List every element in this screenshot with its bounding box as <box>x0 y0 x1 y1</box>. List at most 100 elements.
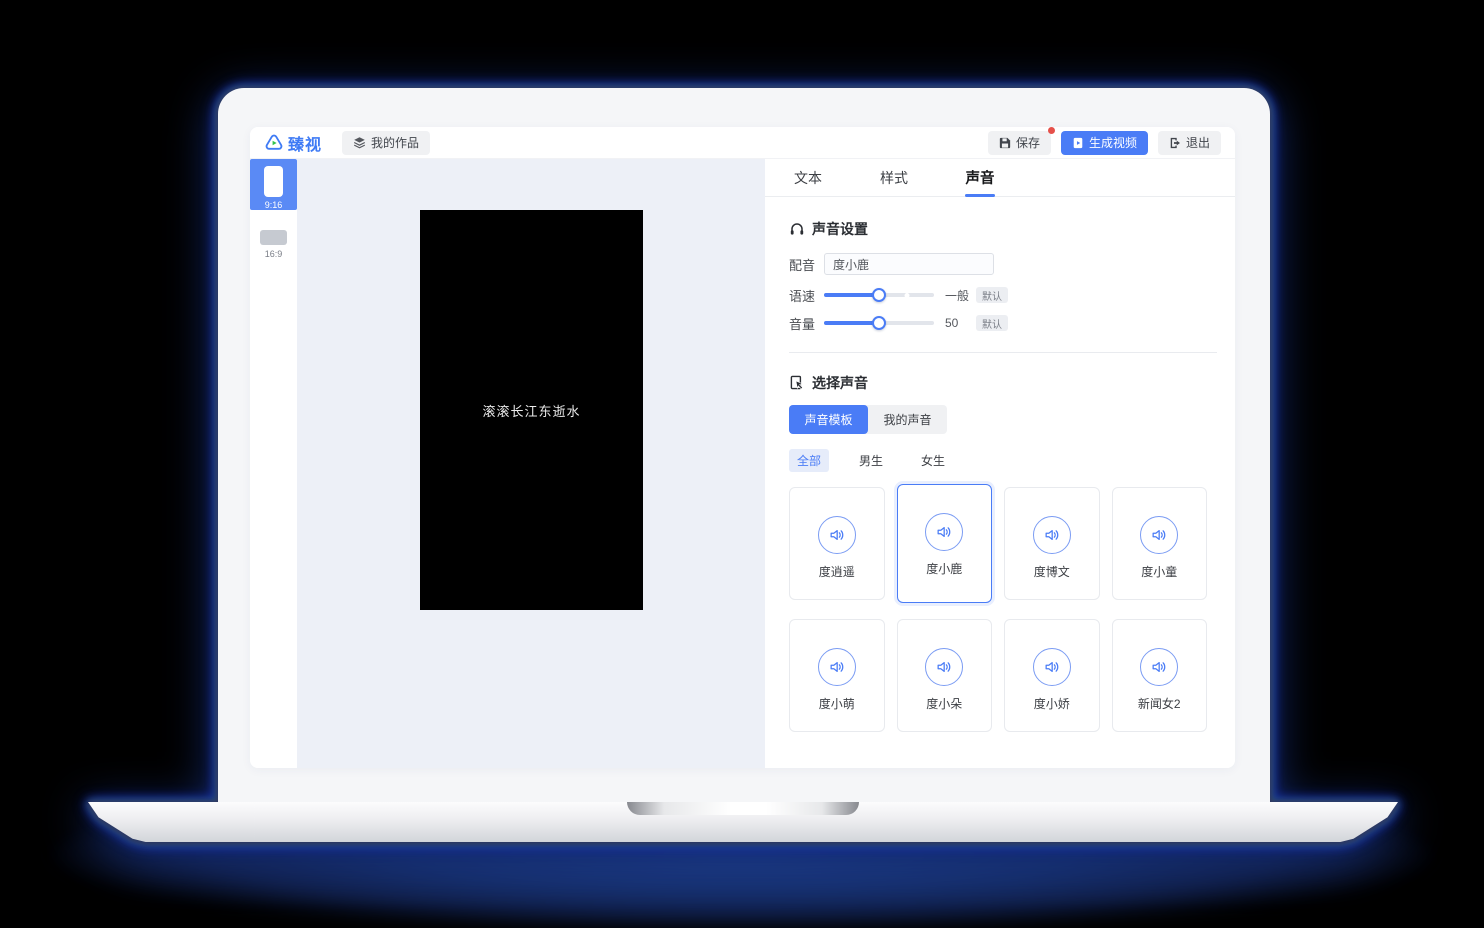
speaker-icon <box>1043 526 1061 544</box>
voice-card-selected[interactable]: 度小鹿 <box>897 484 993 603</box>
voice-name: 度小童 <box>1141 563 1177 580</box>
panel-content: 声音设置 配音 语速 <box>765 219 1235 732</box>
speaker-circle <box>925 513 963 551</box>
ratio-item-16-9[interactable]: 16:9 <box>250 230 297 259</box>
tab-sound[interactable]: 声音 <box>937 159 1023 196</box>
volume-slider-fill <box>824 321 879 325</box>
speaker-icon <box>935 523 953 541</box>
video-file-icon <box>1072 137 1084 149</box>
volume-slider-row: 音量 50 默认 <box>789 315 1217 331</box>
headphones-icon <box>789 221 805 237</box>
voice-name: 度逍遥 <box>819 563 855 580</box>
save-icon <box>999 137 1011 149</box>
generate-video-label: 生成视频 <box>1089 134 1137 151</box>
ratio-label: 16:9 <box>265 249 283 259</box>
speaker-circle <box>818 648 856 686</box>
choose-voice-title: 选择声音 <box>812 373 868 393</box>
sound-settings-header: 声音设置 <box>789 219 1217 239</box>
voice-card[interactable]: 度博文 <box>1004 487 1100 600</box>
speaker-circle <box>818 516 856 554</box>
speed-slider-fill <box>824 293 879 297</box>
ratio-item-9-16[interactable]: 9:16 <box>250 159 297 210</box>
layers-icon <box>353 136 366 149</box>
my-works-button[interactable]: 我的作品 <box>342 131 430 155</box>
save-notification-dot <box>1048 127 1055 134</box>
speed-slider[interactable] <box>824 293 934 297</box>
speaker-icon <box>1150 526 1168 544</box>
voice-grid: 度逍遥 度小鹿 <box>789 487 1207 732</box>
speaker-icon <box>828 658 846 676</box>
speed-default-button[interactable]: 默认 <box>976 287 1008 303</box>
stage: 臻视 我的作品 <box>0 0 1484 928</box>
exit-button[interactable]: 退出 <box>1158 131 1221 155</box>
voice-card[interactable]: 度逍遥 <box>789 487 885 600</box>
speaker-circle <box>1140 516 1178 554</box>
app-window: 臻视 我的作品 <box>250 127 1235 768</box>
voice-card[interactable]: 度小童 <box>1112 487 1208 600</box>
voice-source-segments: 声音模板 我的声音 <box>789 405 947 434</box>
laptop-mockup: 臻视 我的作品 <box>88 88 1398 846</box>
choose-voice-header: 选择声音 <box>789 373 1217 393</box>
section-divider <box>789 352 1217 353</box>
save-label: 保存 <box>1016 134 1040 151</box>
voice-label: 配音 <box>789 255 816 274</box>
voice-input[interactable] <box>824 253 994 275</box>
tab-text[interactable]: 文本 <box>765 159 851 196</box>
voice-card[interactable]: 度小娇 <box>1004 619 1100 732</box>
voice-name: 度小朵 <box>926 695 962 712</box>
logo-text: 臻视 <box>288 131 322 155</box>
select-page-icon <box>789 375 805 391</box>
voice-name: 度小萌 <box>819 695 855 712</box>
ratio-label: 9:16 <box>265 200 283 210</box>
volume-value: 50 <box>945 316 972 330</box>
speaker-icon <box>1150 658 1168 676</box>
preview-caption: 滚滚长江东逝水 <box>482 401 580 420</box>
segment-voice-templates[interactable]: 声音模板 <box>789 405 868 434</box>
logout-icon <box>1169 137 1181 149</box>
speed-slider-handle[interactable] <box>872 288 886 302</box>
aspect-ratio-rail: 9:16 16:9 <box>250 159 297 768</box>
speaker-circle <box>1140 648 1178 686</box>
speed-value: 一般 <box>945 287 972 304</box>
volume-slider[interactable] <box>824 321 934 325</box>
speaker-circle <box>1033 648 1071 686</box>
laptop-base <box>88 802 1398 842</box>
save-button[interactable]: 保存 <box>988 131 1051 155</box>
voice-card[interactable]: 度小朵 <box>897 619 993 732</box>
volume-slider-handle[interactable] <box>872 316 886 330</box>
generate-video-button[interactable]: 生成视频 <box>1061 131 1148 155</box>
laptop-screen: 臻视 我的作品 <box>218 88 1270 804</box>
speed-default-marker <box>904 293 909 298</box>
filter-female[interactable]: 女生 <box>913 449 953 472</box>
video-preview[interactable]: 滚滚长江东逝水 <box>420 210 643 610</box>
app-body: 9:16 16:9 滚滚长江东逝水 <box>250 159 1235 768</box>
landscape-thumb <box>260 230 287 245</box>
panel-tabs: 文本 样式 声音 <box>765 159 1235 197</box>
exit-label: 退出 <box>1186 134 1210 151</box>
voice-card[interactable]: 度小萌 <box>789 619 885 732</box>
gender-filters: 全部 男生 女生 <box>789 449 1217 472</box>
voice-name: 度小鹿 <box>926 560 962 577</box>
voice-name: 度博文 <box>1034 563 1070 580</box>
speaker-icon <box>1043 658 1061 676</box>
app-logo: 臻视 <box>264 131 322 155</box>
preview-canvas: 滚滚长江东逝水 <box>297 159 765 768</box>
sound-settings-title: 声音设置 <box>812 219 868 239</box>
speed-label: 语速 <box>789 286 816 305</box>
volume-label: 音量 <box>789 314 816 333</box>
filter-all[interactable]: 全部 <box>789 449 829 472</box>
voice-card[interactable]: 新闻女2 <box>1112 619 1208 732</box>
top-bar: 臻视 我的作品 <box>250 127 1235 159</box>
settings-panel: 文本 样式 声音 声音设置 <box>765 159 1235 768</box>
speaker-icon <box>935 658 953 676</box>
speed-slider-row: 语速 一般 默认 <box>789 287 1217 303</box>
laptop-notch <box>627 802 859 815</box>
speaker-circle <box>1033 516 1071 554</box>
filter-male[interactable]: 男生 <box>851 449 891 472</box>
segment-my-voices[interactable]: 我的声音 <box>868 405 947 434</box>
tab-style[interactable]: 样式 <box>851 159 937 196</box>
voice-name: 度小娇 <box>1034 695 1070 712</box>
speaker-icon <box>828 526 846 544</box>
voice-select-row: 配音 <box>789 253 1217 275</box>
volume-default-button[interactable]: 默认 <box>976 315 1008 331</box>
